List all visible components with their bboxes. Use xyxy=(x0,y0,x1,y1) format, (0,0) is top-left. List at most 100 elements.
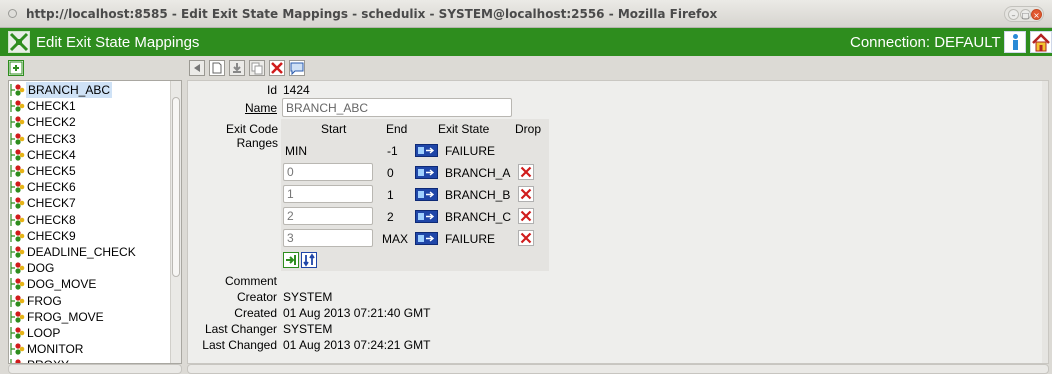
tree-item-label: CHECK7 xyxy=(27,196,76,211)
tree-item[interactable]: CHECK8 xyxy=(9,212,179,228)
exit-state-column-header: Exit State xyxy=(438,122,490,136)
range-exit-state-value: BRANCH_C xyxy=(445,210,512,224)
sort-icon xyxy=(303,253,315,267)
tree-item[interactable]: CHECK9 xyxy=(9,228,179,244)
tree-item[interactable]: CHECK2 xyxy=(9,114,179,130)
back-button[interactable] xyxy=(189,60,205,76)
new-item-button[interactable] xyxy=(8,60,24,76)
delete-x-icon xyxy=(520,188,532,200)
tree-item[interactable]: PROXY xyxy=(9,357,179,363)
range-exit-state-value: BRANCH_A xyxy=(445,166,511,180)
range-start-input[interactable] xyxy=(283,163,373,181)
job-state-icon xyxy=(9,245,25,259)
end-column-header: End xyxy=(386,122,408,136)
connection-label: Connection: DEFAULT xyxy=(850,34,1001,51)
tree-item[interactable]: DOG_MOVE xyxy=(9,276,179,292)
window-title: http://localhost:8585 - Edit Exit State … xyxy=(26,7,718,21)
detail-horizontal-scrollbar[interactable] xyxy=(187,364,1049,374)
detail-scrollbar[interactable] xyxy=(1042,81,1048,363)
tree-item[interactable]: BRANCH_ABC xyxy=(9,82,179,98)
tree-item[interactable]: CHECK6 xyxy=(9,179,179,195)
tree-item[interactable]: DOG xyxy=(9,260,179,276)
delete-button[interactable] xyxy=(269,60,285,76)
app-header: Edit Exit State Mappings Connection: DEF… xyxy=(0,28,1052,56)
tree-item-label: FROG_MOVE xyxy=(27,309,104,324)
exit-state-mapping-icon[interactable] xyxy=(415,232,438,245)
comment-button[interactable] xyxy=(289,60,305,76)
range-exit-state-value: BRANCH_B xyxy=(445,188,511,202)
exit-code-ranges-table: Start End Exit State Drop MIN -1 FAILURE 0 B… xyxy=(281,119,549,271)
exit-state-mapping-icon[interactable] xyxy=(415,188,438,201)
comment-label: Comment xyxy=(224,274,277,288)
close-window-button[interactable]: × xyxy=(1031,9,1042,20)
detail-toolbar xyxy=(187,56,1052,80)
add-range-button[interactable] xyxy=(283,252,299,268)
back-arrow-icon xyxy=(189,60,205,76)
job-state-icon xyxy=(9,229,25,243)
new-document-button[interactable] xyxy=(209,60,225,76)
start-column-header: Start xyxy=(321,122,347,136)
tree-item-label: CHECK6 xyxy=(27,180,76,195)
exit-state-mapping-icon[interactable] xyxy=(415,144,438,157)
home-icon xyxy=(1032,33,1050,52)
delete-x-icon xyxy=(520,166,532,178)
tree-item-label: DOG xyxy=(27,261,55,276)
range-end-value: 2 xyxy=(387,210,394,224)
tree-horizontal-scrollbar[interactable] xyxy=(8,364,182,374)
tree-item[interactable]: CHECK3 xyxy=(9,131,179,147)
job-state-icon xyxy=(9,196,25,210)
range-start-input[interactable] xyxy=(283,185,373,203)
id-label: Id xyxy=(266,83,277,97)
tree-item-label: MONITOR xyxy=(27,342,84,357)
drop-range-button[interactable] xyxy=(518,208,534,224)
tree-item[interactable]: LOOP xyxy=(9,325,179,341)
tree-item[interactable]: CHECK1 xyxy=(9,98,179,114)
range-start-value: MIN xyxy=(285,144,307,158)
tree-item-label: DOG_MOVE xyxy=(27,277,97,292)
copy-button[interactable] xyxy=(249,60,265,76)
exit-state-mapping-icon[interactable] xyxy=(415,210,438,223)
info-icon xyxy=(1013,34,1018,50)
home-button[interactable] xyxy=(1030,31,1052,53)
range-start-input[interactable] xyxy=(283,207,373,225)
job-state-icon xyxy=(9,342,25,356)
tree-item[interactable]: DEADLINE_CHECK xyxy=(9,244,179,260)
tree-item-label: CHECK9 xyxy=(27,228,76,243)
drop-range-button[interactable] xyxy=(518,164,534,180)
range-end-value: MAX xyxy=(382,232,409,246)
tree-scrollbar[interactable] xyxy=(170,81,181,363)
drop-range-button[interactable] xyxy=(518,230,534,246)
drop-column-header: Drop xyxy=(515,122,542,136)
tree-scrollbar-thumb[interactable] xyxy=(172,97,180,277)
tree-item[interactable]: CHECK5 xyxy=(9,163,179,179)
exit-state-mapping-icon[interactable] xyxy=(415,166,438,179)
exit-state-mapping-tree[interactable]: BRANCH_ABC CHECK1 CHECK2 CHECK3 CHECK4 CHECK5… xyxy=(8,80,182,364)
range-exit-state-value: FAILURE xyxy=(445,144,496,158)
new-document-icon xyxy=(209,60,225,76)
tree-item-label: BRANCH_ABC xyxy=(26,82,113,98)
job-state-icon xyxy=(9,115,25,129)
delete-x-icon xyxy=(520,232,532,244)
job-state-icon xyxy=(9,180,25,194)
save-button[interactable] xyxy=(229,60,245,76)
tree-item-label: FROG xyxy=(27,293,62,308)
comment-icon xyxy=(289,60,305,76)
minimize-button[interactable]: – xyxy=(1008,9,1019,20)
maximize-button[interactable]: □ xyxy=(1020,9,1031,20)
exit-code-ranges-label: Exit Code Ranges xyxy=(225,122,278,150)
sort-ranges-button[interactable] xyxy=(301,252,317,268)
delete-x-icon xyxy=(269,60,285,76)
tree-item[interactable]: FROG_MOVE xyxy=(9,309,179,325)
window-titlebar: http://localhost:8585 - Edit Exit State … xyxy=(0,0,1052,28)
drop-range-button[interactable] xyxy=(518,186,534,202)
name-input[interactable] xyxy=(282,98,512,117)
tree-item[interactable]: FROG xyxy=(9,293,179,309)
range-end-value: -1 xyxy=(387,144,398,158)
tree-item[interactable]: CHECK7 xyxy=(9,195,179,211)
tree-item[interactable]: MONITOR xyxy=(9,341,179,357)
tree-item[interactable]: CHECK4 xyxy=(9,147,179,163)
info-button[interactable] xyxy=(1004,31,1026,53)
range-start-input[interactable] xyxy=(283,229,373,247)
last-changed-value: 01 Aug 2013 07:24:21 GMT xyxy=(283,338,431,352)
name-label[interactable]: Name xyxy=(188,101,277,115)
